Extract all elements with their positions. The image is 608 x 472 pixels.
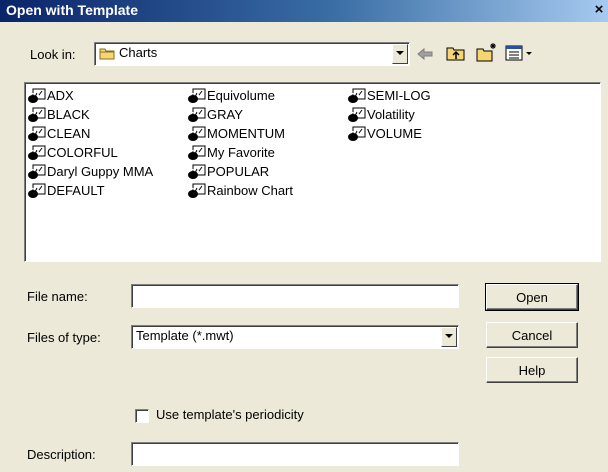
look-in-value: Charts xyxy=(119,45,158,60)
window-title: Open with Template xyxy=(6,2,138,18)
description-label: Description: xyxy=(27,447,96,462)
file-item[interactable]: COLORFUL xyxy=(27,144,118,162)
title-bar[interactable]: Open with Template × xyxy=(0,0,608,22)
view-menu-icon[interactable] xyxy=(505,44,535,62)
template-file-icon xyxy=(347,88,367,104)
file-item[interactable]: VOLUME xyxy=(347,125,422,143)
file-item[interactable]: DEFAULT xyxy=(27,182,105,200)
template-file-icon xyxy=(347,107,367,123)
new-folder-icon[interactable] xyxy=(476,42,498,62)
use-periodicity-label: Use template's periodicity xyxy=(156,407,304,422)
template-file-icon xyxy=(27,88,47,104)
back-arrow-icon[interactable] xyxy=(416,46,434,62)
template-file-icon xyxy=(27,145,47,161)
template-file-icon xyxy=(27,126,47,142)
file-item-label: Daryl Guppy MMA xyxy=(47,164,154,180)
template-file-icon xyxy=(347,126,367,142)
files-of-type-value: Template (*.mwt) xyxy=(136,328,234,343)
open-button[interactable]: Open xyxy=(485,283,579,311)
files-of-type-combo[interactable]: Template (*.mwt) xyxy=(131,325,459,349)
file-name-label: File name: xyxy=(27,289,88,304)
file-item[interactable]: GRAY xyxy=(187,106,243,124)
look-in-label: Look in: xyxy=(30,47,76,62)
file-item[interactable]: MOMENTUM xyxy=(187,125,285,143)
file-item-label: CLEAN xyxy=(47,126,91,142)
template-file-icon xyxy=(187,126,207,142)
file-item[interactable]: My Favorite xyxy=(187,144,275,162)
file-item[interactable]: CLEAN xyxy=(27,125,90,143)
use-periodicity-checkbox[interactable] xyxy=(135,409,149,423)
file-item-label: MOMENTUM xyxy=(207,126,285,142)
file-item[interactable]: Rainbow Chart xyxy=(187,182,293,200)
file-item[interactable]: SEMI-LOG xyxy=(347,87,431,105)
open-template-dialog: Open with Template × Look in: Charts ADX… xyxy=(0,0,608,472)
file-item[interactable]: ADX xyxy=(27,87,74,105)
template-file-icon xyxy=(187,183,207,199)
file-item-label: BLACK xyxy=(47,107,90,123)
file-item-label: POPULAR xyxy=(207,164,270,180)
file-item-label: ADX xyxy=(47,88,74,104)
template-file-icon xyxy=(27,183,47,199)
file-item-label: Volatility xyxy=(367,107,415,123)
cancel-button[interactable]: Cancel xyxy=(486,322,578,348)
file-item-label: Rainbow Chart xyxy=(207,183,293,199)
template-file-icon xyxy=(27,164,47,180)
help-button[interactable]: Help xyxy=(486,357,578,383)
look-in-dropdown-arrow[interactable] xyxy=(392,44,408,64)
file-item-label: COLORFUL xyxy=(47,145,118,161)
template-file-icon xyxy=(27,107,47,123)
file-list[interactable]: ADX BLACK CLEAN COLORFUL Daryl Guppy MMA DEFA… xyxy=(24,82,601,262)
template-file-icon xyxy=(187,88,207,104)
file-item-label: VOLUME xyxy=(367,126,422,142)
file-item-label: Equivolume xyxy=(207,88,275,104)
template-file-icon xyxy=(187,164,207,180)
files-of-type-label: Files of type: xyxy=(27,330,101,345)
close-icon[interactable]: × xyxy=(592,0,606,20)
look-in-combo[interactable]: Charts xyxy=(94,42,410,66)
file-item[interactable]: Equivolume xyxy=(187,87,275,105)
description-input[interactable] xyxy=(131,442,459,466)
files-of-type-dropdown-arrow[interactable] xyxy=(441,327,457,347)
file-item-label: SEMI-LOG xyxy=(367,88,431,104)
file-item[interactable]: Daryl Guppy MMA xyxy=(27,163,153,181)
file-item[interactable]: BLACK xyxy=(27,106,90,124)
file-item[interactable]: Volatility xyxy=(347,106,415,124)
template-file-icon xyxy=(187,107,207,123)
file-item-label: DEFAULT xyxy=(47,183,105,199)
file-item[interactable]: POPULAR xyxy=(187,163,269,181)
template-file-icon xyxy=(187,145,207,161)
file-item-label: My Favorite xyxy=(207,145,275,161)
folder-icon xyxy=(99,47,115,60)
file-item-label: GRAY xyxy=(207,107,243,123)
up-folder-icon[interactable] xyxy=(446,44,466,62)
file-name-input[interactable] xyxy=(131,284,459,308)
